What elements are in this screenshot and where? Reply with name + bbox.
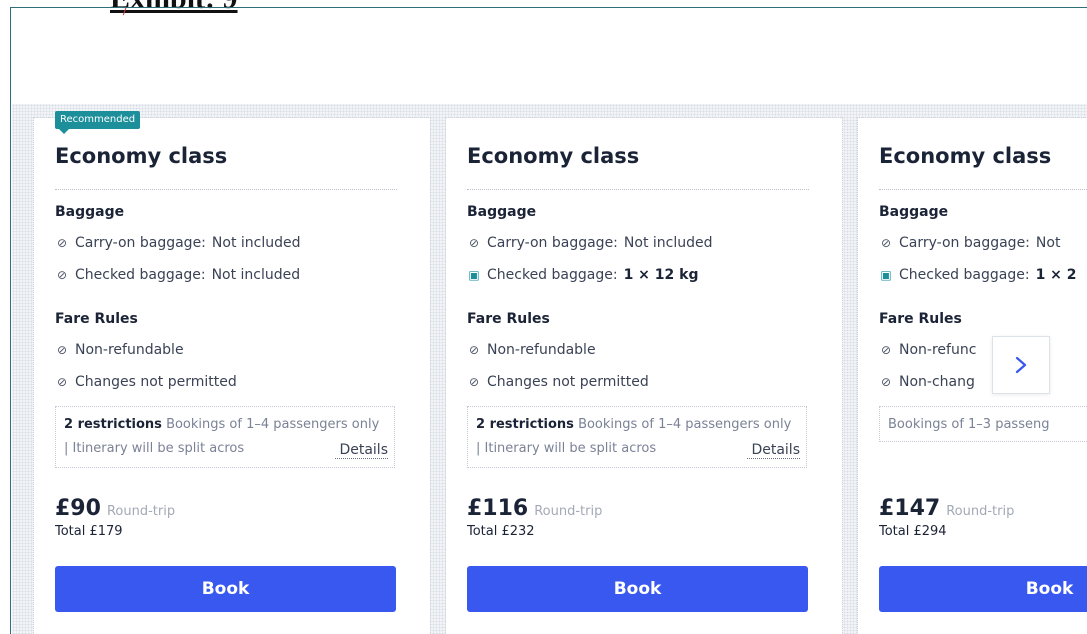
price-amount: £116: [467, 496, 529, 521]
page: Exhibit: 9 Recommended Economy class Bag…: [0, 0, 1087, 634]
carry-on-value: Not: [1035, 235, 1061, 251]
book-button[interactable]: Book: [55, 566, 396, 612]
fare-rule-text: Non-chang: [899, 374, 975, 390]
carry-on-baggage-row: ⊘ Carry-on baggage: Not: [879, 235, 1060, 251]
carry-on-bag-crossed-icon: ⊘: [880, 236, 892, 250]
checked-bag-icon: ▣: [468, 268, 480, 282]
checked-label: Checked baggage:: [899, 267, 1030, 283]
prohibited-icon: ⊘: [56, 375, 68, 389]
annotation-mark: [122, 7, 131, 17]
fare-card: Recommended Economy class Baggage ⊘ Carr…: [33, 111, 431, 634]
trip-type: Round-trip: [106, 504, 176, 519]
carry-on-baggage-row: ⊘ Carry-on baggage: Not included: [55, 235, 301, 251]
checked-value: Not included: [211, 267, 301, 283]
checked-value: 1 × 2: [1035, 267, 1077, 283]
checked-value: 1 × 12 kg: [623, 267, 699, 283]
fare-card: Economy class Baggage ⊘ Carry-on baggage…: [445, 117, 843, 634]
carry-on-label: Carry-on baggage:: [899, 235, 1030, 251]
price: £90 Round-trip: [55, 496, 175, 521]
total-price: Total £179: [55, 524, 123, 539]
fare-rule-text: Non-refundable: [487, 342, 596, 358]
restrictions-text: Bookings of 1–3 passeng: [888, 417, 1050, 432]
fare-rule-text: Changes not permitted: [487, 374, 649, 390]
fare-rule-row: ⊘ Non-refunc: [879, 342, 976, 358]
trip-type: Round-trip: [534, 504, 603, 519]
prohibited-icon: ⊘: [468, 375, 480, 389]
fare-rule-row: ⊘ Non-refundable: [467, 342, 596, 358]
book-button[interactable]: Book: [467, 566, 808, 612]
prohibited-icon: ⊘: [468, 343, 480, 357]
checked-bag-icon: ▣: [880, 268, 892, 282]
carry-on-bag-crossed-icon: ⊘: [56, 236, 68, 250]
carry-on-value: Not included: [623, 235, 713, 251]
fare-rule-text: Non-refunc: [899, 342, 977, 358]
trip-type: Round-trip: [946, 504, 1015, 519]
baggage-heading: Baggage: [55, 204, 125, 220]
carry-on-label: Carry-on baggage:: [75, 235, 206, 251]
fare-rule-row: ⊘ Changes not permitted: [55, 374, 237, 390]
price-amount: £90: [55, 496, 101, 521]
book-button[interactable]: Book: [879, 566, 1087, 612]
cabin-class-title: Economy class: [55, 144, 228, 168]
total-price: Total £232: [467, 524, 535, 539]
details-link[interactable]: Details: [747, 442, 800, 459]
restrictions-box: 2 restrictions Bookings of 1–4 passenger…: [55, 406, 395, 468]
prohibited-icon: ⊘: [880, 375, 892, 389]
fare-rule-text: Non-refundable: [75, 342, 184, 358]
fare-rule-row: ⊘ Non-chang: [879, 374, 975, 390]
frame-border-top: [10, 7, 1087, 8]
divider: [55, 189, 397, 190]
price: £116 Round-trip: [467, 496, 602, 521]
prohibited-icon: ⊘: [880, 343, 892, 357]
chevron-right-icon: [1015, 356, 1027, 374]
cabin-class-title: Economy class: [467, 144, 640, 168]
restrictions-count: 2 restrictions: [476, 417, 574, 432]
recommended-badge: Recommended: [55, 111, 141, 134]
checked-baggage-row: ▣ Checked baggage: 1 × 12 kg: [467, 267, 698, 283]
checked-bag-crossed-icon: ⊘: [56, 268, 68, 282]
fare-rule-text: Changes not permitted: [75, 374, 237, 390]
divider: [879, 189, 1087, 190]
fare-rules-heading: Fare Rules: [879, 311, 962, 327]
prohibited-icon: ⊘: [56, 343, 68, 357]
fare-rule-row: ⊘ Changes not permitted: [467, 374, 649, 390]
total-price: Total £294: [879, 524, 947, 539]
details-link[interactable]: Details: [335, 442, 388, 459]
baggage-heading: Baggage: [879, 204, 949, 220]
fare-rules-heading: Fare Rules: [467, 311, 550, 327]
baggage-heading: Baggage: [467, 204, 537, 220]
checked-label: Checked baggage:: [75, 267, 206, 283]
frame-border-left: [10, 7, 11, 634]
restrictions-box: 2 restrictions Bookings of 1–4 passenger…: [467, 406, 807, 468]
carry-on-label: Carry-on baggage:: [487, 235, 618, 251]
price-amount: £147: [879, 496, 941, 521]
price: £147 Round-trip: [879, 496, 1014, 521]
restrictions-box: Bookings of 1–3 passeng: [879, 406, 1087, 442]
carry-on-bag-crossed-icon: ⊘: [468, 236, 480, 250]
fare-rule-row: ⊘ Non-refundable: [55, 342, 184, 358]
checked-baggage-row: ▣ Checked baggage: 1 × 2: [879, 267, 1077, 283]
carry-on-baggage-row: ⊘ Carry-on baggage: Not included: [467, 235, 713, 251]
checked-label: Checked baggage:: [487, 267, 618, 283]
cabin-class-title: Economy class: [879, 144, 1052, 168]
checked-baggage-row: ⊘ Checked baggage: Not included: [55, 267, 300, 283]
fare-rules-heading: Fare Rules: [55, 311, 138, 327]
divider: [467, 189, 809, 190]
restrictions-count: 2 restrictions: [64, 417, 162, 432]
carousel-next-button[interactable]: [992, 336, 1050, 394]
carry-on-value: Not included: [211, 235, 301, 251]
fare-card: Economy class Baggage ⊘ Carry-on baggage…: [857, 117, 1087, 634]
